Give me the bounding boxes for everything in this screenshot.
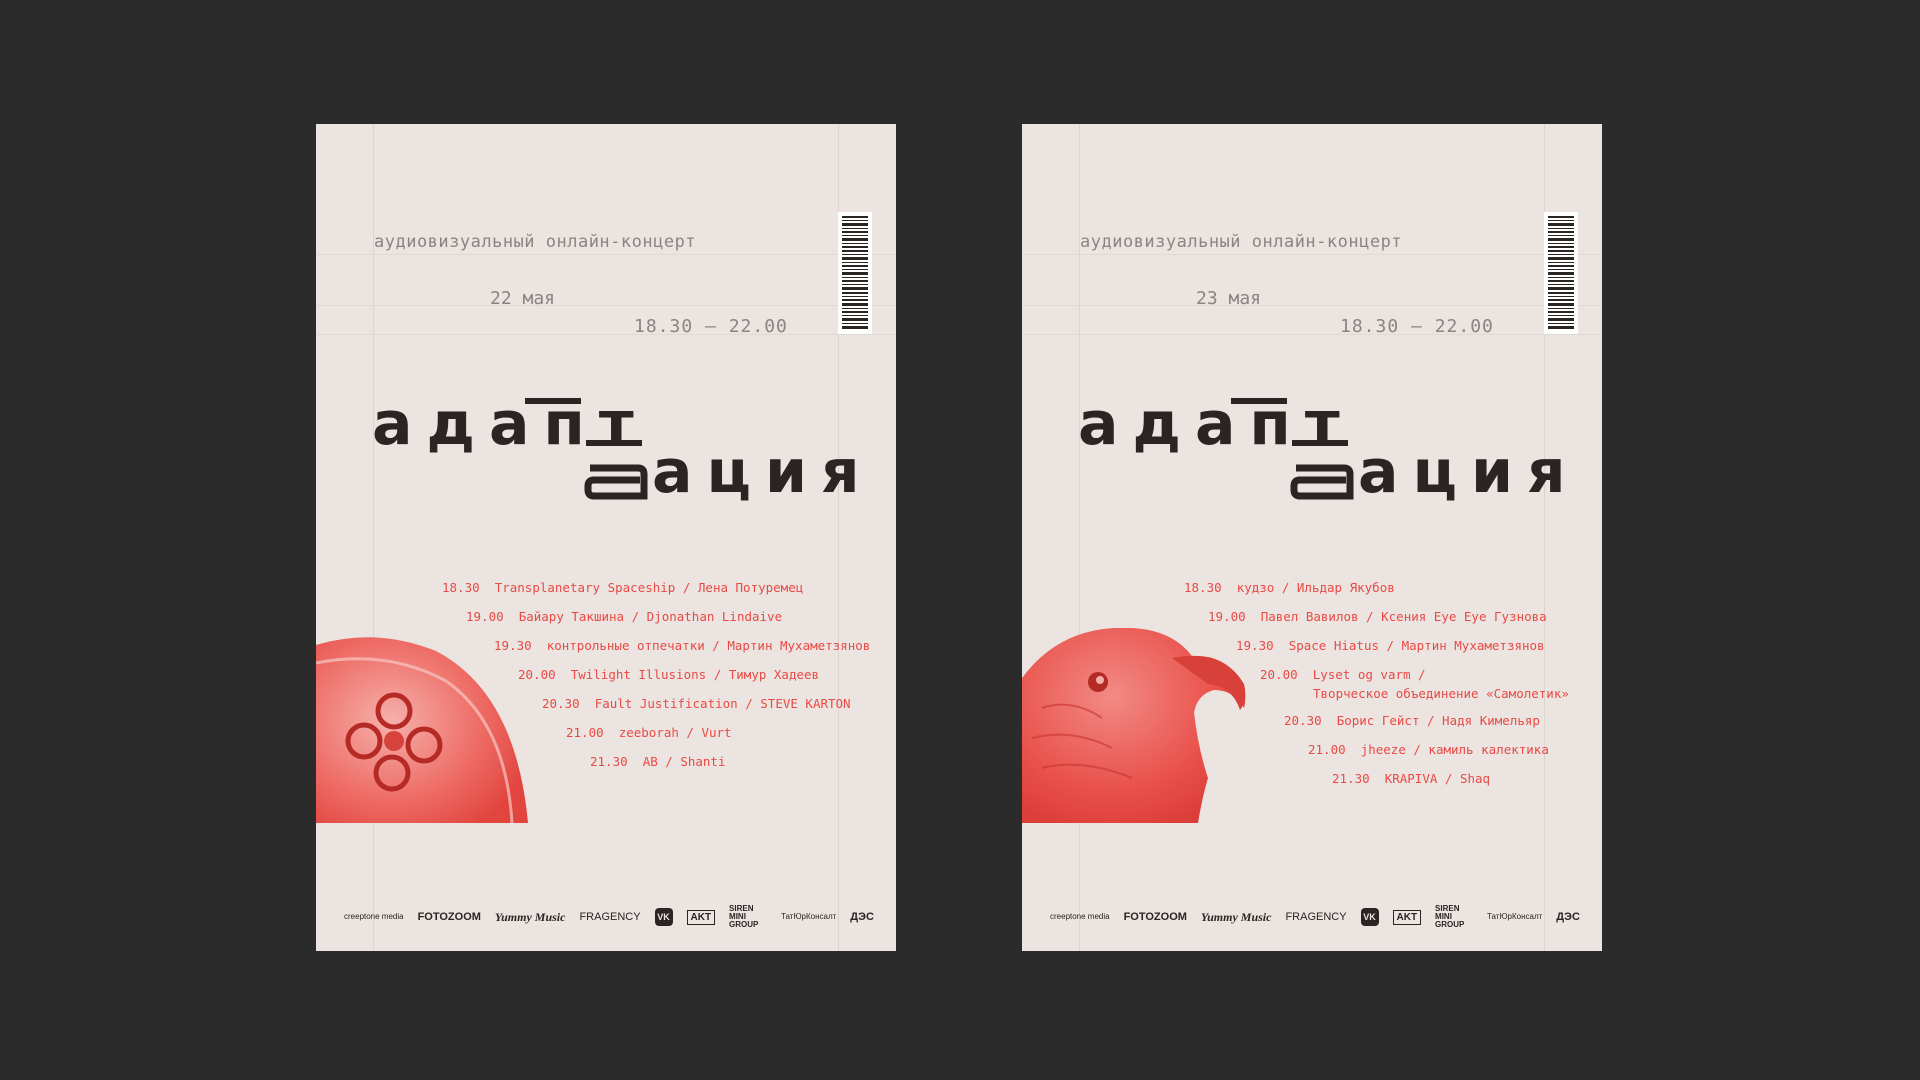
schedule-item: 19.00 Павел Вавилов / Ксения Eye Eye Гуз…: [1208, 609, 1547, 624]
guide-line: [316, 254, 896, 255]
logo-vk: VK: [1360, 908, 1379, 926]
canvas: аудиовизуальный онлайн-концерт 22 мая 18…: [0, 0, 1920, 1080]
guide-line: [1022, 305, 1602, 306]
schedule-item: 20.00 Lyset og varm /: [1260, 667, 1426, 682]
logo-fotozoom: FOTOZOOM: [1123, 911, 1187, 923]
schedule-item: 19.30 контрольные отпечатки / Мартин Мух…: [494, 638, 871, 653]
poster-title-line2: ация: [1358, 437, 1580, 507]
barcode-icon: [838, 212, 872, 334]
schedule-item: 21.00 zeeborah / Vurt: [566, 725, 732, 740]
sponsor-logos: creeptone media FOTOZOOM Yummy Music FRA…: [1050, 902, 1580, 932]
guide-line: [1022, 254, 1602, 255]
logo-akt: AKT: [686, 909, 716, 925]
poster-time: 18.30 — 22.00: [1340, 316, 1494, 337]
title-accent-bar: [586, 440, 642, 446]
logo-yummy-music: Yummy Music: [1200, 909, 1272, 924]
sponsor-logos: creeptone media FOTOZOOM Yummy Music FRA…: [344, 902, 874, 932]
logo-fragency: FRAGENCY: [579, 911, 641, 923]
logo-fragency: FRAGENCY: [1285, 911, 1347, 923]
schedule-item: 20.30 Борис Гейст / Надя Кимельяр: [1284, 713, 1540, 728]
logo-siren: SIREN MINI GROUP: [1435, 904, 1465, 929]
barcode-icon: [1544, 212, 1578, 334]
jellyfish-illustration: [316, 637, 528, 823]
guide-line: [1022, 334, 1602, 335]
guide-line: [316, 334, 896, 335]
logo-des: ДЭС: [1556, 911, 1580, 923]
logo-vk: VK: [654, 908, 673, 926]
schedule-item: 21.30 AB / Shanti: [590, 754, 726, 769]
poster-may-23: аудиовизуальный онлайн-концерт 23 мая 18…: [1022, 124, 1602, 951]
title-glyph-icon: [584, 464, 648, 500]
schedule-item: Творческое объединение «Самолетик»: [1313, 686, 1569, 701]
logo-siren: SIREN MINI GROUP: [729, 904, 759, 929]
title-accent-bar: [1292, 440, 1348, 446]
poster-date: 22 мая: [490, 288, 556, 309]
title-glyph-icon: [1290, 464, 1354, 500]
poster-title-line2: ация: [652, 437, 874, 507]
schedule-item: 20.30 Fault Justification / STEVE KARTON: [542, 696, 851, 711]
guide-line: [316, 305, 896, 306]
schedule-item: 21.30 KRAPIVA / Shaq: [1332, 771, 1491, 786]
logo-des: ДЭС: [850, 911, 874, 923]
logo-creeptone: creeptone media: [344, 912, 404, 921]
logo-tatyurkonsalt: ТатЮрКонсалт: [781, 912, 837, 921]
poster-subtitle: аудиовизуальный онлайн-концерт: [374, 232, 697, 252]
schedule-item: 21.00 jheeze / камиль калектика: [1308, 742, 1549, 757]
logo-fotozoom: FOTOZOOM: [417, 911, 481, 923]
poster-may-22: аудиовизуальный онлайн-концерт 22 мая 18…: [316, 124, 896, 951]
title-accent-bar: [525, 398, 581, 404]
schedule-item: 18.30 кудзо / Ильдар Якубов: [1184, 580, 1395, 595]
title-accent-bar: [1231, 398, 1287, 404]
logo-tatyurkonsalt: ТатЮрКонсалт: [1487, 912, 1543, 921]
schedule-item: 19.30 Space Hiatus / Мартин Мухаметзянов: [1236, 638, 1545, 653]
logo-akt: AKT: [1392, 909, 1422, 925]
poster-time: 18.30 — 22.00: [634, 316, 788, 337]
schedule-item: 19.00 Байару Такшина / Djonathan Lindaiv…: [466, 609, 783, 624]
poster-subtitle: аудиовизуальный онлайн-концерт: [1080, 232, 1403, 252]
logo-creeptone: creeptone media: [1050, 912, 1110, 921]
schedule-item: 20.00 Twilight Illusions / Тимур Хадеев: [518, 667, 820, 682]
eagle-illustration: [1022, 628, 1246, 823]
schedule-item: 18.30 Transplanetary Spaceship / Лена По…: [442, 580, 804, 595]
logo-yummy-music: Yummy Music: [494, 909, 566, 924]
poster-date: 23 мая: [1196, 288, 1262, 309]
